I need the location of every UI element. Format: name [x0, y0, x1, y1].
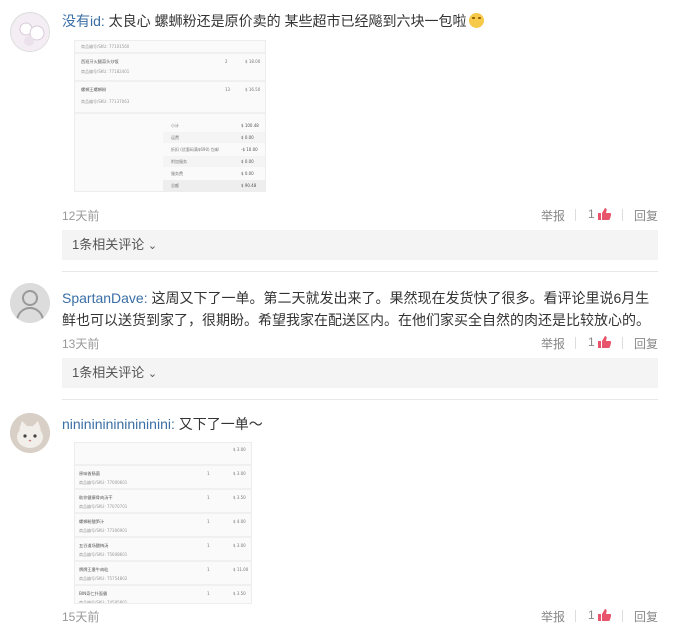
- thumbs-up-icon: [597, 609, 611, 621]
- report-button[interactable]: 举报: [541, 335, 565, 352]
- related-comments-toggle[interactable]: 1条相关评论 ⌄: [62, 230, 658, 260]
- related-comments-label: 1条相关评论: [72, 237, 145, 252]
- related-comments-label: 1条相关评论: [72, 365, 145, 380]
- comment-content: 太良心 螺蛳粉还是原价卖的 某些超市已经飚到六块一包啦: [104, 13, 467, 29]
- reply-button[interactable]: 回复: [634, 608, 658, 625]
- item-price: $ 3.50: [233, 591, 246, 596]
- separator: [575, 610, 576, 622]
- cat-avatar-icon: [10, 413, 50, 453]
- comment-text: SpartanDave: 这周又下了一单。第二天就发出来了。果然现在发货快了很多…: [62, 287, 658, 331]
- summary-label: 小计: [171, 122, 179, 128]
- attachment-image[interactable]: 商品编号/SKU: 77101560 西班牙火腿蒜头炒饭 2 $ 18.00 商…: [74, 40, 266, 192]
- separator: [575, 337, 576, 349]
- item-price: $ 3.00: [233, 471, 246, 476]
- item-sku: 商品编号/SKU: 75754802: [79, 575, 128, 581]
- item-name: BIN奇仁扑面霸: [79, 590, 107, 597]
- comment-text: 没有id: 太良心 螺蛳粉还是原价卖的 某些超市已经飚到六块一包啦: [62, 10, 662, 32]
- comment-content: 又下了一单～: [174, 416, 263, 432]
- item-name: 助你健康骨肉汤干: [79, 494, 113, 501]
- grin-emoji-icon: [469, 13, 485, 28]
- item-price: $ 3.00: [233, 447, 246, 452]
- summary-value: $ 0.00: [241, 171, 254, 176]
- item-sku: 商品编号/SKU: 77070701: [79, 503, 128, 509]
- summary-label: 总额: [171, 182, 179, 188]
- attachment-image[interactable]: $ 3.00 原味香肠菌 商品编号/SKU: 77000601 1 $ 3.00 助你健康…: [74, 442, 252, 604]
- reply-button[interactable]: 回复: [634, 207, 658, 224]
- summary-label: 折扣 (优惠码满$690) 包邮: [171, 146, 219, 152]
- receipt-text: 13: [225, 87, 231, 92]
- chevron-down-icon: ⌄: [147, 368, 158, 380]
- receipt-image: $ 3.00原味香肠菌商品编号/SKU: 770006011 $ 3.00助你健康…: [75, 443, 251, 604]
- receipt-text: 商品编号/SKU: 77101560: [81, 43, 130, 49]
- summary-label: 服务费: [171, 170, 183, 176]
- divider: [62, 271, 658, 272]
- username-link[interactable]: nininininininininini:: [62, 416, 175, 432]
- comment-time: 12天前: [62, 209, 100, 223]
- receipt-text: 商品编号/SKU: 77182401: [81, 68, 130, 74]
- report-button[interactable]: 举报: [541, 207, 565, 224]
- receipt-text: 商品编号/SKU: 77137063: [81, 98, 130, 104]
- item-name: 牌牌王番牛肉粒: [79, 566, 108, 573]
- item-name: 螺蛳粉酸笋汁: [79, 518, 105, 525]
- divider: [62, 399, 658, 400]
- like-button[interactable]: 1: [588, 335, 611, 349]
- username-link[interactable]: SpartanDave:: [62, 290, 148, 306]
- item-price: $ 4.00: [233, 519, 246, 524]
- receipt-text: 螺蛳王螺蛳粉: [81, 86, 107, 93]
- separator: [622, 337, 623, 349]
- item-name: 原味香肠菌: [79, 470, 100, 477]
- summary-label: 运费: [171, 134, 179, 140]
- receipt-image: 商品编号/SKU: 77101560 西班牙火腿蒜头炒饭 2 $ 18.00 商…: [75, 41, 265, 191]
- thumbs-up-icon: [597, 336, 611, 348]
- item-sku: 商品编号/SKU: 77306901: [79, 527, 128, 533]
- username-link[interactable]: 没有id:: [62, 13, 105, 29]
- comment-text: nininininininininini: 又下了一单～: [62, 413, 662, 435]
- receipt-text: $ 16.50: [245, 87, 261, 92]
- avatar[interactable]: [10, 283, 50, 323]
- avatar-image: [12, 14, 49, 51]
- related-comments-toggle[interactable]: 1条相关评论 ⌄: [62, 358, 658, 388]
- separator: [575, 209, 576, 221]
- summary-value: -$ 10.00: [241, 147, 258, 152]
- like-button[interactable]: 1: [588, 207, 611, 221]
- item-name: 五谷道场酸梅汤: [79, 542, 108, 549]
- summary-value: $ 100.48: [241, 123, 259, 128]
- summary-value: $ 0.00: [241, 135, 254, 140]
- summary-label: 附加服务: [171, 158, 187, 164]
- item-sku: 商品编号/SKU: 75608601: [79, 551, 128, 557]
- avatar[interactable]: [10, 12, 50, 52]
- summary-value: $ 0.00: [241, 159, 254, 164]
- item-sku: 商品编号/SKU: 74595801: [79, 599, 128, 604]
- comment-content: 这周又下了一单。第二天就发出来了。果然现在发货快了很多。看评论里说6月生鲜也可以…: [62, 290, 650, 328]
- receipt-text: 西班牙火腿蒜头炒饭: [81, 58, 120, 65]
- comment-time: 15天前: [62, 610, 100, 624]
- like-count: 1: [588, 207, 595, 221]
- item-sku: 商品编号/SKU: 77000601: [79, 479, 128, 485]
- reply-button[interactable]: 回复: [634, 335, 658, 352]
- item-price: $ 11.00: [233, 567, 249, 572]
- item-price: $ 3.00: [233, 543, 246, 548]
- like-button[interactable]: 1: [588, 608, 611, 622]
- chevron-down-icon: ⌄: [147, 240, 158, 252]
- like-count: 1: [588, 335, 595, 349]
- separator: [622, 610, 623, 622]
- report-button[interactable]: 举报: [541, 608, 565, 625]
- separator: [622, 209, 623, 221]
- avatar[interactable]: [10, 413, 50, 453]
- like-count: 1: [588, 608, 595, 622]
- summary-value: $ 90.48: [241, 183, 257, 188]
- item-price: $ 3.50: [233, 495, 246, 500]
- default-avatar-icon: [10, 283, 50, 323]
- comment-time: 13天前: [62, 337, 100, 351]
- receipt-text: $ 18.00: [245, 59, 261, 64]
- thumbs-up-icon: [597, 208, 611, 220]
